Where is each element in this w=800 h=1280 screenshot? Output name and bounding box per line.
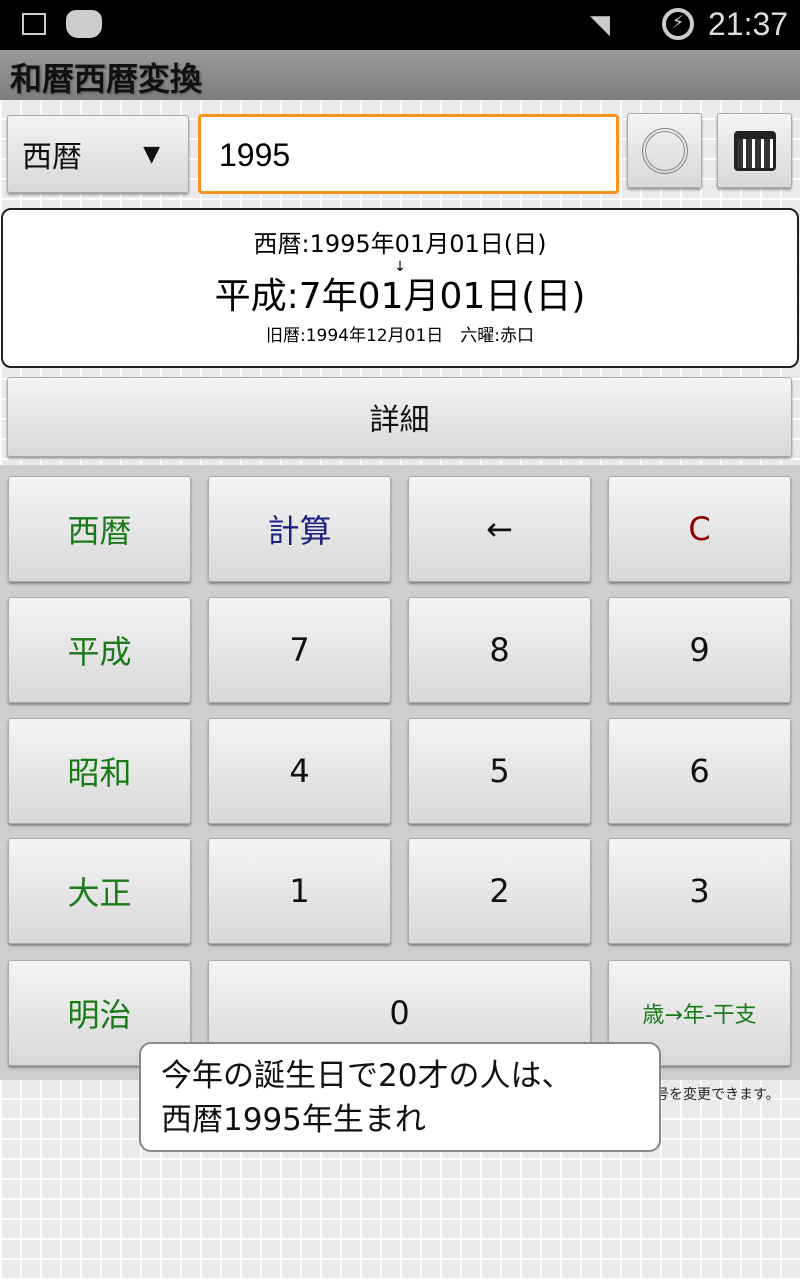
key-4[interactable]: C bbox=[608, 476, 791, 582]
status-bar: ◥ ⚡ 21:37 bbox=[0, 0, 800, 50]
tooltip-line1: 今年の誕生日で20才の人は、 bbox=[161, 1058, 573, 1094]
key-6[interactable]: 7 bbox=[208, 597, 391, 703]
era-dropdown[interactable]: 西暦 ▼ bbox=[7, 115, 189, 193]
chevron-down-icon: ▼ bbox=[143, 141, 160, 167]
key-1[interactable]: 西暦 bbox=[8, 476, 191, 582]
app-title: 和暦西暦変換 bbox=[0, 50, 800, 100]
key-3[interactable]: ← bbox=[408, 476, 591, 582]
key-16[interactable]: 3 bbox=[608, 838, 791, 944]
conversion-result: 西暦:1995年01月01日(日) ↓ 平成:7年01月01日(日) 旧暦:19… bbox=[1, 208, 799, 368]
key-2[interactable]: 計算 bbox=[208, 476, 391, 582]
arrow-down: ↓ bbox=[394, 259, 406, 275]
image-notification-icon bbox=[22, 13, 46, 35]
cyanogen-mascot-icon bbox=[66, 10, 102, 38]
calendar-button[interactable] bbox=[717, 113, 792, 188]
key-14[interactable]: 1 bbox=[208, 838, 391, 944]
battery-charging-icon: ⚡ bbox=[662, 8, 694, 40]
key-9[interactable]: 昭和 bbox=[8, 718, 191, 824]
key-8[interactable]: 9 bbox=[608, 597, 791, 703]
key-15[interactable]: 2 bbox=[408, 838, 591, 944]
clock-time: 21:37 bbox=[708, 6, 789, 42]
calendar-icon bbox=[733, 130, 776, 171]
result-tooltip: 今年の誕生日で20才の人は、 西暦1995年生まれ bbox=[139, 1042, 661, 1152]
clock-icon bbox=[641, 127, 688, 174]
key-7[interactable]: 8 bbox=[408, 597, 591, 703]
lunar-date-rokuyo: 旧暦:1994年12月01日 六曜:赤口 bbox=[266, 326, 534, 346]
japanese-date: 平成:7年01月01日(日) bbox=[214, 276, 586, 317]
history-button[interactable] bbox=[627, 113, 702, 188]
key-11[interactable]: 5 bbox=[408, 718, 591, 824]
detail-button[interactable]: 詳細 bbox=[7, 377, 792, 457]
key-12[interactable]: 6 bbox=[608, 718, 791, 824]
year-input[interactable]: 1995 bbox=[198, 114, 619, 194]
key-10[interactable]: 4 bbox=[208, 718, 391, 824]
era-dropdown-value: 西暦 bbox=[22, 140, 82, 175]
key-13[interactable]: 大正 bbox=[8, 838, 191, 944]
western-date: 西暦:1995年01月01日(日) bbox=[253, 230, 547, 258]
key-5[interactable]: 平成 bbox=[8, 597, 191, 703]
tooltip-line2: 西暦1995年生まれ bbox=[161, 1102, 426, 1138]
wifi-icon: ◥ bbox=[590, 10, 610, 40]
hint-text: 号を変更できます。 bbox=[655, 1087, 780, 1103]
